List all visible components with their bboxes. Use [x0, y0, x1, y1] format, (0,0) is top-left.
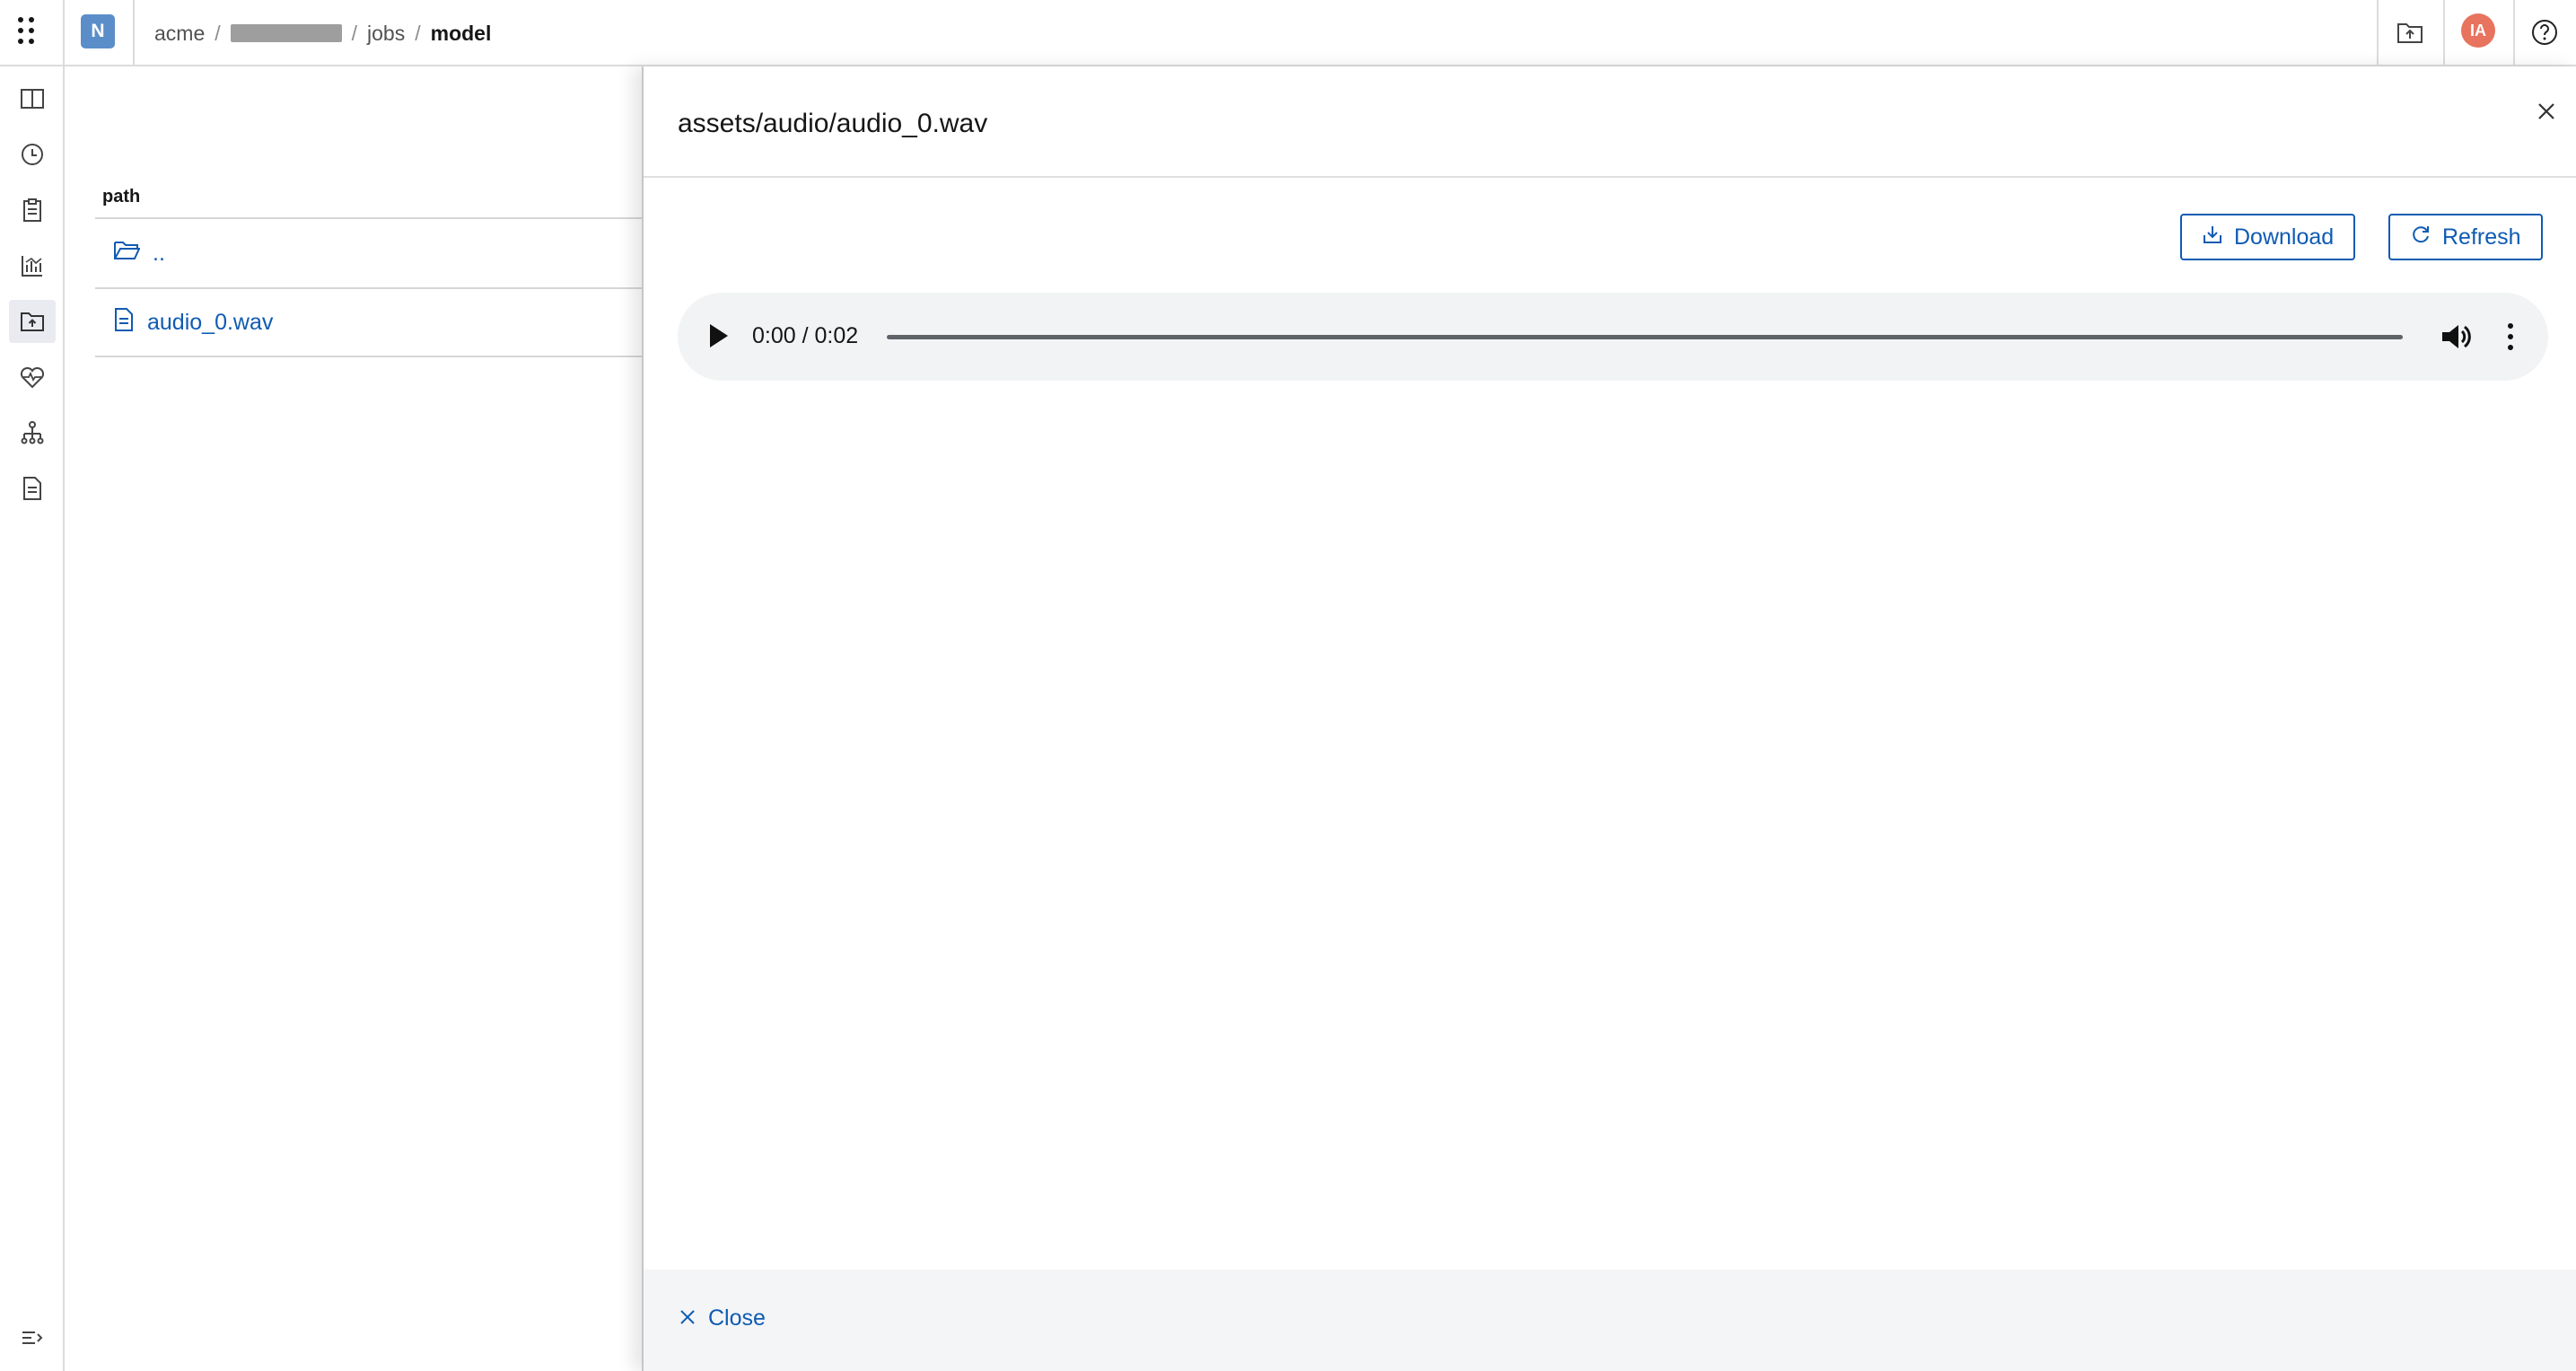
history-icon[interactable]: [9, 133, 56, 176]
columns-icon[interactable]: [9, 77, 56, 120]
audio-seek-bar[interactable]: [887, 335, 2403, 339]
list-item-label[interactable]: audio_0.wav: [147, 310, 273, 336]
folder-upload-icon[interactable]: [2392, 14, 2428, 50]
refresh-button[interactable]: Refresh: [2388, 214, 2543, 260]
hierarchy-icon[interactable]: [9, 411, 56, 454]
refresh-label: Refresh: [2442, 224, 2521, 250]
panel-footer: Close: [644, 1270, 2576, 1371]
heart-monitor-icon[interactable]: [9, 356, 56, 399]
breadcrumb: acme / / jobs / model: [154, 19, 491, 48]
refresh-icon: [2410, 224, 2431, 251]
folder-icon: [113, 240, 141, 268]
list-item-label[interactable]: ..: [153, 241, 165, 267]
topbar-divider: [2513, 0, 2515, 66]
expand-menu-icon[interactable]: [9, 1316, 56, 1359]
play-icon[interactable]: [710, 324, 728, 347]
list-item[interactable]: audio_0.wav: [95, 287, 643, 357]
project-badge[interactable]: N: [81, 14, 115, 48]
close-button[interactable]: Close: [679, 1305, 766, 1331]
help-icon[interactable]: [2527, 14, 2563, 50]
breadcrumb-item-redacted[interactable]: [230, 24, 342, 42]
breadcrumb-item-jobs[interactable]: jobs: [367, 22, 405, 46]
breadcrumb-separator: /: [415, 21, 421, 45]
breadcrumb-separator: /: [351, 21, 358, 45]
panel-title: assets/audio/audio_0.wav: [678, 109, 988, 138]
topbar-divider: [133, 0, 135, 66]
breadcrumb-separator: /: [215, 21, 221, 45]
close-label: Close: [708, 1305, 766, 1331]
top-bar: N acme / / jobs / model IA: [0, 0, 2576, 66]
download-button[interactable]: Download: [2180, 214, 2356, 260]
app-switcher-icon[interactable]: [13, 13, 41, 49]
breadcrumb-item-org[interactable]: acme: [154, 22, 205, 46]
download-icon: [2202, 224, 2223, 251]
download-label: Download: [2234, 224, 2335, 250]
document-icon[interactable]: [9, 467, 56, 510]
left-rail: [0, 66, 65, 1371]
folder-upload-icon[interactable]: [9, 300, 56, 343]
volume-icon[interactable]: [2437, 318, 2475, 356]
chart-icon[interactable]: [9, 244, 56, 287]
audio-time: 0:00 / 0:02: [752, 323, 859, 348]
topbar-divider: [63, 0, 65, 66]
audio-player[interactable]: 0:00 / 0:02: [678, 293, 2548, 381]
column-header-path: path: [102, 187, 141, 207]
list-item[interactable]: ..: [95, 217, 643, 287]
close-icon[interactable]: [2528, 93, 2564, 129]
topbar-divider: [2443, 0, 2445, 66]
clipboard-icon[interactable]: [9, 189, 56, 232]
breadcrumb-item-current: model: [430, 21, 492, 45]
panel-header: assets/audio/audio_0.wav: [644, 66, 2576, 178]
user-avatar[interactable]: IA: [2461, 13, 2495, 48]
file-icon: [113, 307, 135, 338]
more-options-icon[interactable]: [2500, 318, 2521, 356]
close-icon: [679, 1305, 696, 1331]
topbar-divider: [2377, 0, 2379, 66]
file-preview-panel: assets/audio/audio_0.wav Download Refres…: [642, 66, 2576, 1371]
